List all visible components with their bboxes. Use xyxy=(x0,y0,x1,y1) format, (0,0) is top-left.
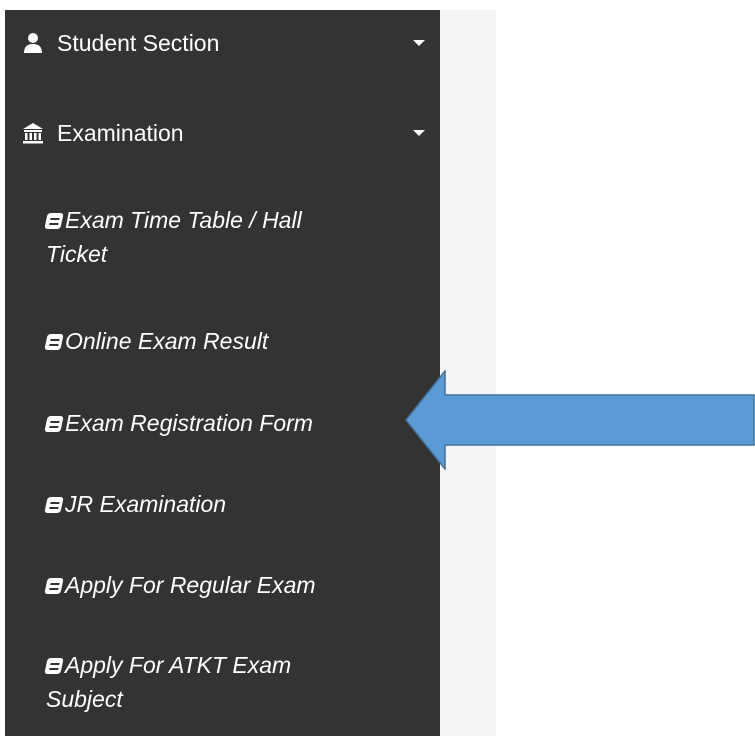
book-icon xyxy=(44,334,64,350)
sidebar-section-student[interactable]: Student Section xyxy=(5,26,440,60)
book-icon xyxy=(44,578,64,594)
sidebar-menu: Student Section Examination Exam Time Ta… xyxy=(5,10,440,736)
book-icon xyxy=(44,416,64,432)
sidebar-section-label: Student Section xyxy=(57,29,220,56)
chevron-down-icon xyxy=(413,40,425,46)
sidebar-item-exam-registration-form[interactable]: Exam Registration Form xyxy=(44,406,396,440)
institution-icon xyxy=(22,122,44,144)
book-icon xyxy=(44,497,64,513)
sidebar-item-apply-regular-exam[interactable]: Apply For Regular Exam xyxy=(44,568,396,602)
pointer-arrow xyxy=(405,370,755,470)
book-icon xyxy=(44,213,64,229)
sidebar-item-apply-atkt-exam[interactable]: Apply For ATKT Exam Subject xyxy=(44,648,396,716)
book-icon xyxy=(44,658,64,674)
sidebar-section-examination[interactable]: Examination xyxy=(5,116,440,150)
sidebar-item-jr-examination[interactable]: JR Examination xyxy=(44,487,396,521)
chevron-down-icon xyxy=(413,130,425,136)
page: Student Section Examination Exam Time Ta… xyxy=(0,0,755,736)
sidebar-item-exam-time-table[interactable]: Exam Time Table / Hall Ticket xyxy=(44,203,396,271)
sidebar-section-label: Examination xyxy=(57,119,184,146)
sidebar-item-online-exam-result[interactable]: Online Exam Result xyxy=(44,324,396,358)
user-icon xyxy=(22,32,44,54)
